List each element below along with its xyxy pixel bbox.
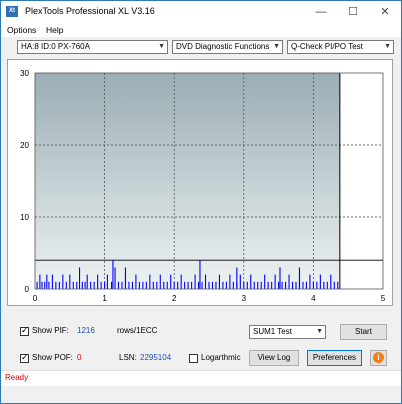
y-tick-label: 10	[20, 213, 29, 222]
drive-select[interactable]: HA:8 ID:0 PX-760A ▼	[17, 40, 168, 54]
logarithmic-checkbox[interactable]	[189, 354, 198, 363]
chevron-down-icon: ▼	[273, 43, 280, 50]
pif-unit: rows/1ECC	[117, 326, 158, 335]
chart-panel: 30 20 10 0 0 1 2 3 4 5	[7, 59, 393, 306]
test-select-value: Q-Check PI/PO Test	[291, 42, 363, 51]
sum-test-select-value: SUM1 Test	[253, 327, 292, 336]
info-icon: i	[373, 352, 384, 363]
menu-bar: Options Help	[1, 23, 401, 37]
status-text: Ready	[5, 373, 29, 382]
minimize-button[interactable]: —	[305, 1, 337, 23]
app-icon: Xt	[6, 6, 18, 17]
x-tick-label: 1	[102, 294, 107, 303]
x-tick-label: 5	[381, 294, 386, 303]
window-title: PlexTools Professional XL V3.16	[25, 6, 155, 16]
x-tick-label: 3	[242, 294, 247, 303]
maximize-button[interactable]: ☐	[337, 1, 369, 23]
show-pof-checkbox[interactable]	[20, 352, 29, 363]
y-tick-label: 0	[25, 285, 30, 294]
lsn-value: 2295104	[140, 353, 172, 362]
preferences-button[interactable]: Preferences	[307, 350, 362, 366]
status-bar: Ready	[1, 370, 401, 386]
pif-value: 1216	[77, 326, 95, 335]
plot-background	[35, 73, 340, 289]
logarithmic-label: Logarthmic	[201, 353, 241, 362]
sum-test-select[interactable]: SUM1 Test ▼	[249, 325, 326, 339]
close-button[interactable]: ✕	[369, 1, 401, 23]
start-button[interactable]: Start	[340, 324, 387, 340]
menu-help[interactable]: Help	[46, 24, 63, 36]
show-pof-label: Show POF:	[32, 353, 73, 362]
title-bar: Xt PlexTools Professional XL V3.16 — ☐ ✕	[1, 1, 401, 23]
lsn-label: LSN:	[119, 353, 137, 362]
plot-empty-area	[339, 73, 383, 289]
menu-options[interactable]: Options	[7, 24, 36, 36]
chevron-down-icon: ▼	[158, 43, 165, 50]
y-tick-label: 20	[20, 141, 29, 150]
x-tick-label: 4	[311, 294, 316, 303]
view-log-button[interactable]: View Log	[249, 350, 299, 366]
pof-value: 0	[77, 353, 82, 362]
y-tick-label: 30	[20, 69, 29, 78]
show-pif-checkbox[interactable]	[20, 325, 29, 336]
info-button[interactable]: i	[370, 350, 387, 366]
function-select-value: DVD Diagnostic Functions	[176, 42, 270, 51]
test-select[interactable]: Q-Check PI/PO Test ▼	[287, 40, 394, 54]
chevron-down-icon: ▼	[384, 43, 391, 50]
app-window: Xt PlexTools Professional XL V3.16 — ☐ ✕…	[0, 0, 402, 404]
pi-po-chart: 30 20 10 00 1 2 3 4 5	[20, 69, 386, 303]
drive-select-value: HA:8 ID:0 PX-760A	[21, 42, 90, 51]
show-pif-label: Show PIF:	[32, 326, 69, 335]
function-select[interactable]: DVD Diagnostic Functions ▼	[172, 40, 283, 54]
x-tick-label: 2	[172, 294, 177, 303]
x-tick-label: 0	[33, 294, 38, 303]
chevron-down-icon: ▼	[316, 328, 323, 335]
